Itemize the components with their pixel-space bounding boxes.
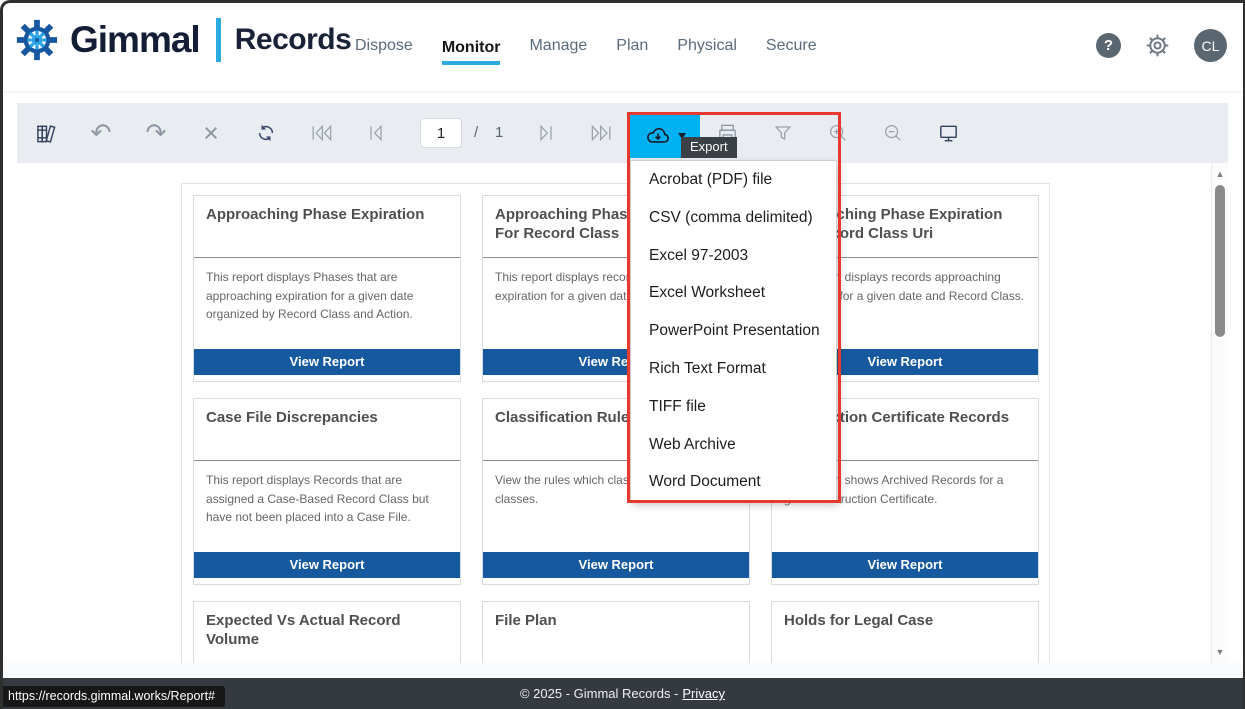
undo-button[interactable]: ↶ [79,103,123,163]
previous-page-button[interactable] [354,103,398,163]
cancel-x-icon: × [203,120,219,147]
content-bottom-gap [0,663,1245,678]
nav-item-monitor[interactable]: Monitor [442,39,501,65]
report-description: This report displays Records that are as… [194,461,460,527]
report-card-expected-vs-actual-record-volume: Expected Vs Actual Record Volume View Re… [193,601,461,663]
last-page-icon [589,123,614,143]
avatar[interactable]: CL [1194,29,1227,62]
brand-product: Records [235,23,352,57]
report-title: Expected Vs Actual Record Volume [194,602,460,663]
main-nav: Dispose Monitor Manage Plan Physical Sec… [355,0,817,91]
vertical-scrollbar[interactable]: ▲ ▼ [1211,163,1228,663]
header-actions: ? CL [1096,0,1227,91]
books-icon [35,122,58,145]
view-report-button[interactable]: View Report [483,552,749,578]
next-page-button[interactable] [524,103,568,163]
export-option-excel-97-2003[interactable]: Excel 97-2003 [631,237,836,275]
monitor-icon [937,122,960,145]
report-title: File Plan [483,602,749,663]
zoom-out-button[interactable] [871,103,915,163]
report-title: Case File Discrepancies [194,399,460,461]
export-option-powerpoint[interactable]: PowerPoint Presentation [631,312,836,350]
report-title: Holds for Legal Case [772,602,1038,663]
export-dropdown-menu: Acrobat (PDF) file CSV (comma delimited)… [630,160,837,501]
brand-logo: Gimmal Records [14,17,351,63]
app-header: Gimmal Records Dispose Monitor Manage Pl… [0,0,1245,91]
report-card-holds-for-legal-case: Holds for Legal Case View Report [771,601,1039,663]
export-tooltip: Export [681,137,737,158]
last-page-button[interactable] [579,103,623,163]
settings-gear-icon[interactable] [1144,32,1171,59]
export-option-pdf[interactable]: Acrobat (PDF) file [631,161,836,199]
cancel-button[interactable]: × [189,103,233,163]
view-report-button[interactable]: View Report [772,552,1038,578]
export-option-tiff[interactable]: TIFF file [631,388,836,426]
view-report-button[interactable]: View Report [194,552,460,578]
report-title: Approaching Phase Expiration [194,196,460,258]
zoom-in-button[interactable] [816,103,860,163]
reports-grid: Approaching Phase Expiration This report… [182,184,1049,663]
zoom-in-icon [827,122,849,144]
browser-status-url: https://records.gimmal.works/Report# [0,686,225,707]
privacy-link[interactable]: Privacy [682,686,725,701]
first-page-icon [309,123,334,143]
help-icon[interactable]: ? [1096,33,1121,58]
view-report-button[interactable]: View Report [194,349,460,375]
next-page-icon [537,123,555,143]
export-option-web-archive[interactable]: Web Archive [631,426,836,464]
export-option-word[interactable]: Word Document [631,463,836,501]
first-page-button[interactable] [299,103,343,163]
scroll-up-arrow-icon[interactable]: ▲ [1212,169,1228,179]
report-description: This report displays Phases that are app… [194,258,460,324]
nav-item-plan[interactable]: Plan [616,37,648,55]
filter-funnel-icon [772,122,794,144]
brand-name: Gimmal [70,19,200,61]
reports-container: Approaching Phase Expiration This report… [181,183,1050,663]
brand-divider [216,18,221,62]
page-number-input[interactable] [420,118,462,148]
redo-button[interactable]: ↷ [134,103,178,163]
filter-button[interactable] [761,103,805,163]
fit-to-screen-button[interactable] [926,103,970,163]
export-option-excel-worksheet[interactable]: Excel Worksheet [631,274,836,312]
export-cloud-download-icon [645,123,671,149]
gimmal-gear-logo-icon [14,17,60,63]
nav-item-physical[interactable]: Physical [677,37,737,55]
nav-item-manage[interactable]: Manage [529,37,587,55]
page-separator: / [474,103,478,163]
page-total: 1 [495,103,503,163]
report-card-case-file-discrepancies: Case File Discrepancies This report disp… [193,398,461,585]
report-library-button[interactable] [24,103,68,163]
previous-page-icon [367,123,385,143]
footer-copyright: © 2025 - Gimmal Records - [520,686,678,701]
nav-item-secure[interactable]: Secure [766,37,817,55]
report-toolbar: ↶ ↷ × / 1 [17,103,1228,163]
refresh-button[interactable] [244,103,288,163]
zoom-out-icon [882,122,904,144]
scroll-down-arrow-icon[interactable]: ▼ [1212,647,1228,657]
export-option-csv[interactable]: CSV (comma delimited) [631,199,836,237]
report-card-file-plan: File Plan View Report [482,601,750,663]
report-card-approaching-phase-expiration: Approaching Phase Expiration This report… [193,195,461,382]
nav-item-dispose[interactable]: Dispose [355,37,413,55]
redo-icon: ↷ [146,121,167,146]
export-option-rich-text[interactable]: Rich Text Format [631,350,836,388]
refresh-icon [255,122,277,144]
scrollbar-thumb[interactable] [1215,185,1225,337]
undo-icon: ↶ [91,121,112,146]
